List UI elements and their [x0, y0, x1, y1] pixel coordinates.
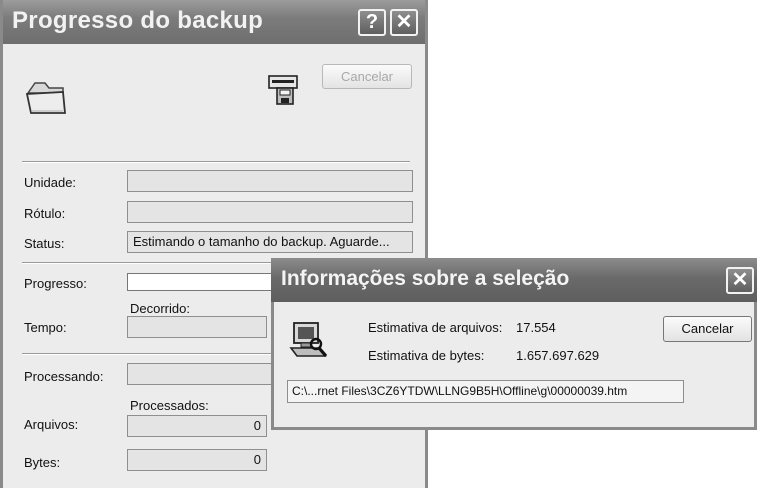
drive-field — [127, 170, 413, 192]
drive-label: Unidade: — [24, 175, 77, 190]
processing-label: Processando: — [24, 369, 104, 384]
files-estimate-label: Estimativa de arquivos: — [368, 320, 503, 335]
bytes-estimate-value: 1.657.697.629 — [516, 348, 600, 363]
selection-info-window: Informações sobre a seleção ✕ Estimativa… — [271, 258, 757, 430]
time-label: Tempo: — [24, 320, 67, 335]
bytes-count-field: 0 — [127, 449, 267, 471]
files-estimate-value: 17.554 — [516, 320, 556, 335]
bytes-label: Bytes: — [24, 455, 61, 470]
selection-cancel-button[interactable]: Cancelar — [663, 316, 752, 342]
backup-drive-icon — [268, 75, 298, 105]
status-label: Status: — [24, 236, 65, 251]
selection-title-bar[interactable]: Informações sobre a seleção ✕ — [271, 258, 757, 302]
divider — [22, 161, 410, 163]
progress-label: Progresso: — [24, 276, 87, 291]
files-count-field: 0 — [127, 415, 267, 437]
files-label: Arquivos: — [24, 417, 79, 432]
label-label: Rótulo: — [24, 206, 66, 221]
backup-title-bar[interactable]: Progresso do backup ? ✕ — [3, 0, 425, 44]
backup-window-title: Progresso do backup — [12, 7, 264, 34]
selection-close-button[interactable]: ✕ — [726, 267, 754, 294]
bytes-estimate-label: Estimativa de bytes: — [368, 348, 485, 363]
label-field — [127, 201, 413, 223]
computer-scan-icon — [289, 322, 328, 358]
processed-label: Processados: — [130, 398, 209, 413]
status-field: Estimando o tamanho do backup. Aguarde..… — [127, 231, 413, 253]
current-file-path: C:\...rnet Files\3CZ6YTDW\LLNG9B5H\Offli… — [287, 380, 684, 403]
elapsed-time-field — [127, 316, 267, 338]
elapsed-label: Decorrido: — [130, 301, 190, 316]
selection-window-title: Informações sobre a seleção — [281, 267, 570, 290]
folder-icon — [25, 82, 66, 114]
backup-cancel-button[interactable]: Cancelar — [322, 64, 412, 89]
close-button[interactable]: ✕ — [390, 9, 418, 36]
help-button[interactable]: ? — [358, 9, 386, 36]
